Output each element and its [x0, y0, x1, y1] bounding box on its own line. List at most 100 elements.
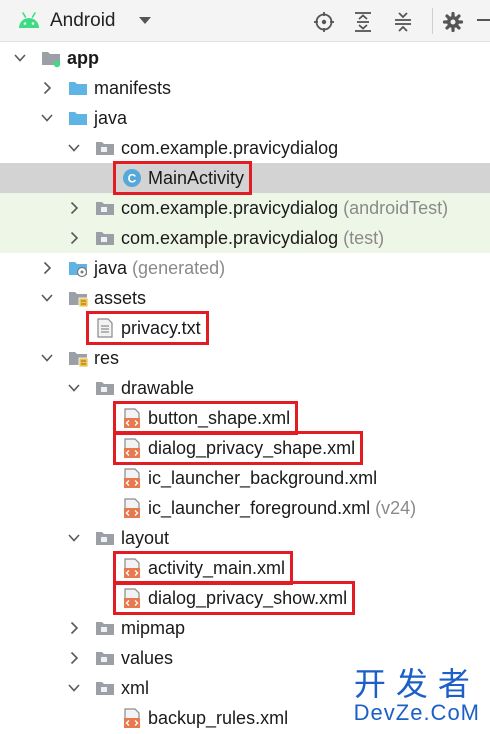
chevron-right-icon[interactable] [41, 261, 53, 275]
dropdown-icon[interactable] [138, 16, 152, 26]
chevron-down-icon[interactable] [68, 531, 80, 545]
tree-item-label: com.example.pravicydialog [121, 137, 338, 159]
resource-folder-icon [67, 347, 89, 369]
chevron-down-icon[interactable] [14, 51, 26, 65]
package-icon [94, 137, 116, 159]
tree-item-label: layout [121, 527, 169, 549]
tree-item-res[interactable]: res [0, 343, 490, 373]
package-icon [94, 377, 116, 399]
xml-file-icon [121, 707, 143, 729]
tree-item-text: app [67, 48, 100, 68]
tree-item-pkg-main[interactable]: com.example.pravicydialog [0, 133, 490, 163]
tree-item-text: java [94, 258, 128, 278]
tree-item-label: com.example.pravicydialog (test) [121, 227, 384, 249]
tree-item-text: java [94, 108, 128, 128]
tree-item-text: ic_launcher_background.xml [148, 468, 378, 488]
chevron-down-icon[interactable] [41, 291, 53, 305]
generated-folder-icon [67, 257, 89, 279]
chevron-down-icon[interactable] [41, 351, 53, 365]
tree-item-label: app [67, 47, 99, 69]
gear-icon[interactable] [442, 11, 464, 33]
tree-item-text: xml [121, 678, 149, 698]
tree-item-text: manifests [94, 78, 172, 98]
package-icon [94, 527, 116, 549]
tree-item-label: java [94, 107, 127, 129]
xml-file-icon [121, 497, 143, 519]
tree-item-privacy-txt[interactable]: privacy.txt [0, 313, 490, 343]
tree-item-ic-launcher-bg[interactable]: ic_launcher_background.xml [0, 463, 490, 493]
tree-item-label: com.example.pravicydialog (androidTest) [121, 197, 448, 219]
tree-item-label: backup_rules.xml [148, 707, 288, 729]
package-icon [94, 647, 116, 669]
hide-icon[interactable] [476, 16, 490, 26]
tree-item-text: com.example.pravicydialog [121, 198, 339, 218]
highlight-box [113, 431, 363, 465]
tree-item-ic-launcher-fg[interactable]: ic_launcher_foreground.xml (v24) [0, 493, 490, 523]
tree-item-label: values [121, 647, 173, 669]
tree-item-pkg-test[interactable]: com.example.pravicydialog (test) [0, 223, 490, 253]
tree-item-label: xml [121, 677, 149, 699]
tree-item-drawable[interactable]: drawable [0, 373, 490, 403]
highlight-box [86, 311, 209, 345]
watermark: 开发者 DevZe.CoM [354, 667, 480, 725]
tree-item-label: manifests [94, 77, 171, 99]
chevron-down-icon[interactable] [68, 681, 80, 695]
tree-item-label: res [94, 347, 119, 369]
chevron-right-icon[interactable] [68, 201, 80, 215]
locate-icon[interactable] [313, 11, 335, 33]
tree-item-app[interactable]: app [0, 43, 490, 73]
tree-item-text: values [121, 648, 174, 668]
tree-item-text: com.example.pravicydialog [121, 228, 339, 248]
tree-item-suffix: (v24) [375, 498, 417, 518]
folder-icon [67, 107, 89, 129]
tree-item-label: mipmap [121, 617, 185, 639]
highlight-box [113, 161, 252, 195]
android-icon [19, 12, 39, 28]
chevron-right-icon[interactable] [68, 621, 80, 635]
tree-item-text: drawable [121, 378, 195, 398]
highlight-box [113, 581, 355, 615]
tree-item-label: ic_launcher_background.xml [148, 467, 377, 489]
chevron-down-icon[interactable] [68, 381, 80, 395]
watermark-cn: 开发者 [353, 666, 480, 702]
project-toolbar: Android [0, 0, 490, 42]
tree-item-suffix: (androidTest) [343, 198, 449, 218]
tree-item-text: mipmap [121, 618, 186, 638]
collapse-all-icon[interactable] [393, 11, 413, 33]
package-icon [94, 197, 116, 219]
chevron-down-icon[interactable] [68, 141, 80, 155]
tree-item-mipmap[interactable]: mipmap [0, 613, 490, 643]
expand-all-icon[interactable] [353, 11, 373, 33]
tree-item-pkg-androidtest[interactable]: com.example.pravicydialog (androidTest) [0, 193, 490, 223]
package-icon [94, 227, 116, 249]
tree-item-text: com.example.pravicydialog [121, 138, 339, 158]
package-icon [94, 677, 116, 699]
highlight-box [113, 401, 298, 435]
view-mode-selector[interactable]: Android [50, 10, 116, 32]
tree-item-layout[interactable]: layout [0, 523, 490, 553]
tree-item-text: assets [94, 288, 147, 308]
chevron-right-icon[interactable] [41, 81, 53, 95]
tree-item-text: res [94, 348, 120, 368]
folder-icon [67, 77, 89, 99]
tree-item-text: layout [121, 528, 170, 548]
highlight-box [113, 551, 293, 585]
resource-folder-icon [67, 287, 89, 309]
xml-file-icon [121, 467, 143, 489]
tree-item-label: ic_launcher_foreground.xml (v24) [148, 497, 416, 519]
chevron-right-icon[interactable] [68, 231, 80, 245]
tree-item-suffix: (generated) [132, 258, 226, 278]
module-icon [40, 47, 62, 69]
tree-item-text: ic_launcher_foreground.xml [148, 498, 371, 518]
tree-item-java-generated[interactable]: java (generated) [0, 253, 490, 283]
toolbar-separator [432, 8, 433, 34]
chevron-down-icon[interactable] [41, 111, 53, 125]
watermark-en: DevZe.CoM [353, 700, 480, 725]
tree-item-manifests[interactable]: manifests [0, 73, 490, 103]
tree-item-assets[interactable]: assets [0, 283, 490, 313]
tree-item-java[interactable]: java [0, 103, 490, 133]
tree-item-label: java (generated) [94, 257, 225, 279]
tree-item-suffix: (test) [343, 228, 385, 248]
chevron-right-icon[interactable] [68, 651, 80, 665]
tree-item-label: drawable [121, 377, 194, 399]
